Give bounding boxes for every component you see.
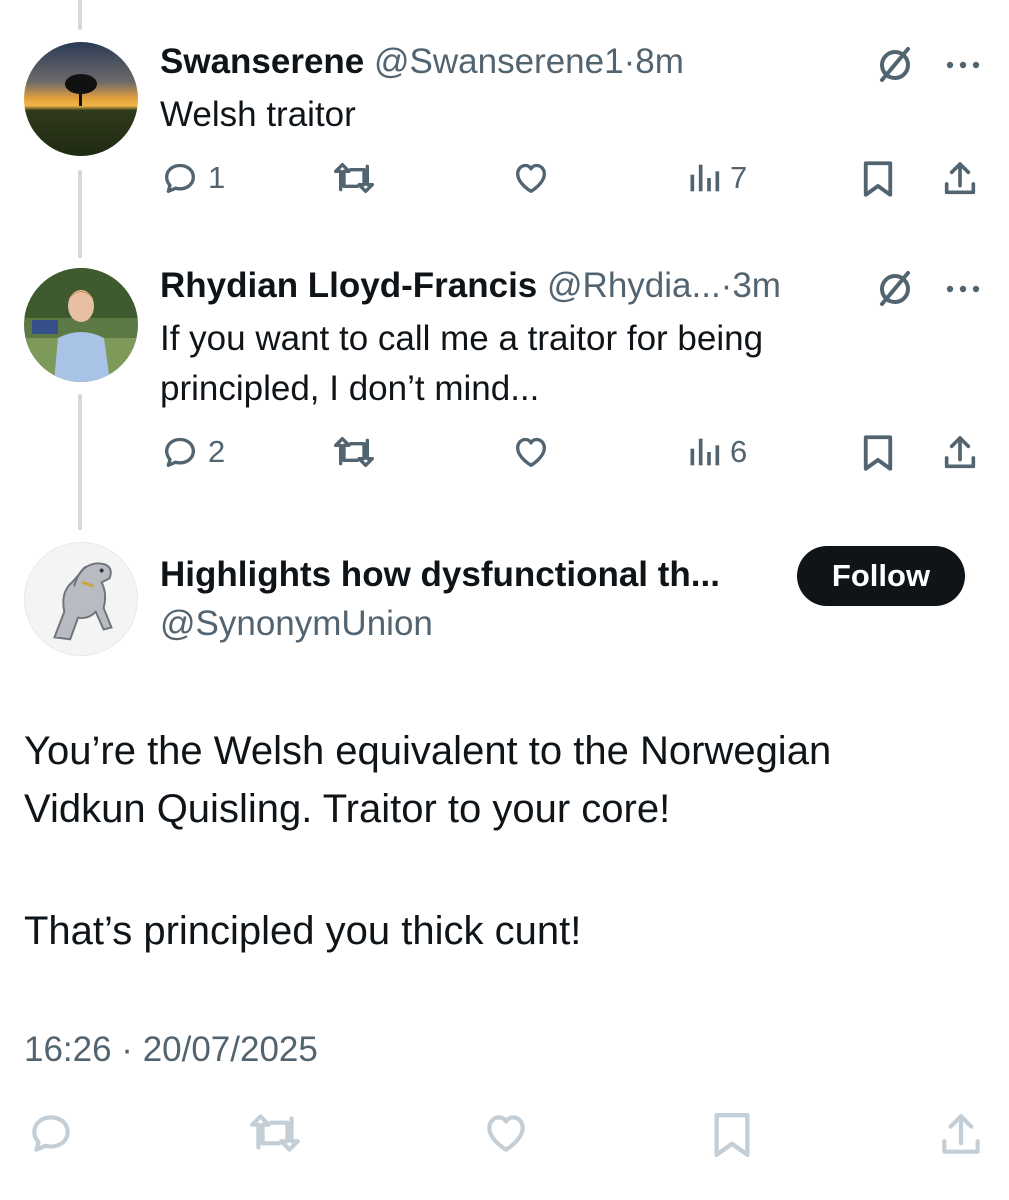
reply-header: Swanserene @Swanserene1·8m — [160, 42, 684, 82]
views-icon — [690, 438, 720, 466]
main-display-name[interactable]: Highlights how dysfunctional th... — [160, 555, 720, 595]
share-button[interactable] — [940, 158, 980, 200]
display-name[interactable]: Rhydian Lloyd-Francis — [160, 266, 537, 305]
views-count: 6 — [730, 434, 748, 469]
post-time[interactable]: 8m — [635, 42, 684, 81]
main-post-text: You’re the Welsh equivalent to the Norwe… — [24, 722, 984, 960]
repost-button[interactable] — [330, 432, 378, 472]
repost-button[interactable] — [330, 158, 378, 198]
reply-text-line: If you want to call me a traitor for bei… — [160, 319, 764, 358]
reply-button[interactable]: 1 — [160, 158, 225, 198]
bookmark-icon — [863, 161, 893, 197]
user-handle[interactable]: @Rhydia... — [547, 266, 721, 305]
reply-icon — [165, 163, 195, 193]
main-post-actions — [0, 1108, 1009, 1168]
post-text-line: That’s principled you thick cunt! — [24, 909, 582, 953]
reply-actions: 1 7 — [0, 158, 1009, 206]
post-time[interactable]: 3m — [732, 266, 781, 305]
reply-text-line: principled, I don’t mind... — [160, 369, 540, 408]
views-button[interactable]: 6 — [686, 432, 747, 472]
grok-icon[interactable] — [872, 266, 918, 312]
avatar-rhydian[interactable] — [24, 268, 138, 382]
follow-button[interactable]: Follow — [797, 546, 965, 606]
avatar-synonymunion[interactable] — [24, 542, 138, 656]
like-button[interactable] — [510, 432, 552, 472]
bookmark-icon[interactable] — [710, 1108, 754, 1162]
post-text-line: Vidkun Quisling. Traitor to your core! — [24, 787, 671, 831]
share-icon — [944, 436, 976, 469]
views-button[interactable]: 7 — [686, 158, 747, 198]
like-icon — [516, 163, 546, 193]
views-count: 7 — [730, 160, 748, 195]
views-icon — [690, 164, 720, 192]
reply-header: Rhydian Lloyd-Francis @Rhydia...·3m — [160, 266, 781, 306]
person-photo-avatar-icon — [24, 268, 138, 382]
grok-icon[interactable] — [872, 42, 918, 88]
repost-icon — [334, 163, 375, 193]
like-button[interactable] — [510, 158, 552, 198]
tree-sunset-avatar-icon — [24, 42, 138, 156]
reply-button[interactable]: 2 — [160, 432, 225, 472]
reply-text: If you want to call me a traitor for bei… — [160, 314, 880, 414]
separator-dot: · — [623, 42, 636, 81]
post-timestamp[interactable]: 16:26 · 20/07/2025 — [24, 1030, 318, 1070]
share-icon[interactable] — [936, 1108, 986, 1162]
bookmark-button[interactable] — [860, 158, 896, 200]
like-icon[interactable] — [480, 1108, 532, 1158]
reply-text: Welsh traitor — [160, 95, 356, 134]
like-icon — [516, 437, 546, 467]
repost-icon — [334, 437, 375, 467]
reply-icon[interactable] — [26, 1108, 76, 1158]
avatar-swanserene[interactable] — [24, 42, 138, 156]
reply-actions: 2 6 — [0, 432, 1009, 480]
display-name[interactable]: Swanserene — [160, 42, 364, 81]
user-handle[interactable]: @Swanserene1 — [374, 42, 624, 81]
post-text-line: You’re the Welsh equivalent to the Norwe… — [24, 729, 832, 773]
share-button[interactable] — [940, 432, 980, 474]
bookmark-icon — [863, 435, 893, 471]
repost-icon[interactable] — [246, 1108, 304, 1158]
silver-horse-avatar-icon — [25, 543, 137, 655]
reply-count: 1 — [208, 160, 226, 195]
more-icon[interactable] — [940, 266, 986, 312]
share-icon — [944, 162, 976, 195]
reply-count: 2 — [208, 434, 226, 469]
more-icon[interactable] — [940, 42, 986, 88]
reply-icon — [165, 437, 195, 467]
thread-line-top — [78, 0, 82, 30]
main-user-handle[interactable]: @SynonymUnion — [160, 604, 433, 644]
bookmark-button[interactable] — [860, 432, 896, 474]
separator-dot: · — [720, 266, 733, 305]
